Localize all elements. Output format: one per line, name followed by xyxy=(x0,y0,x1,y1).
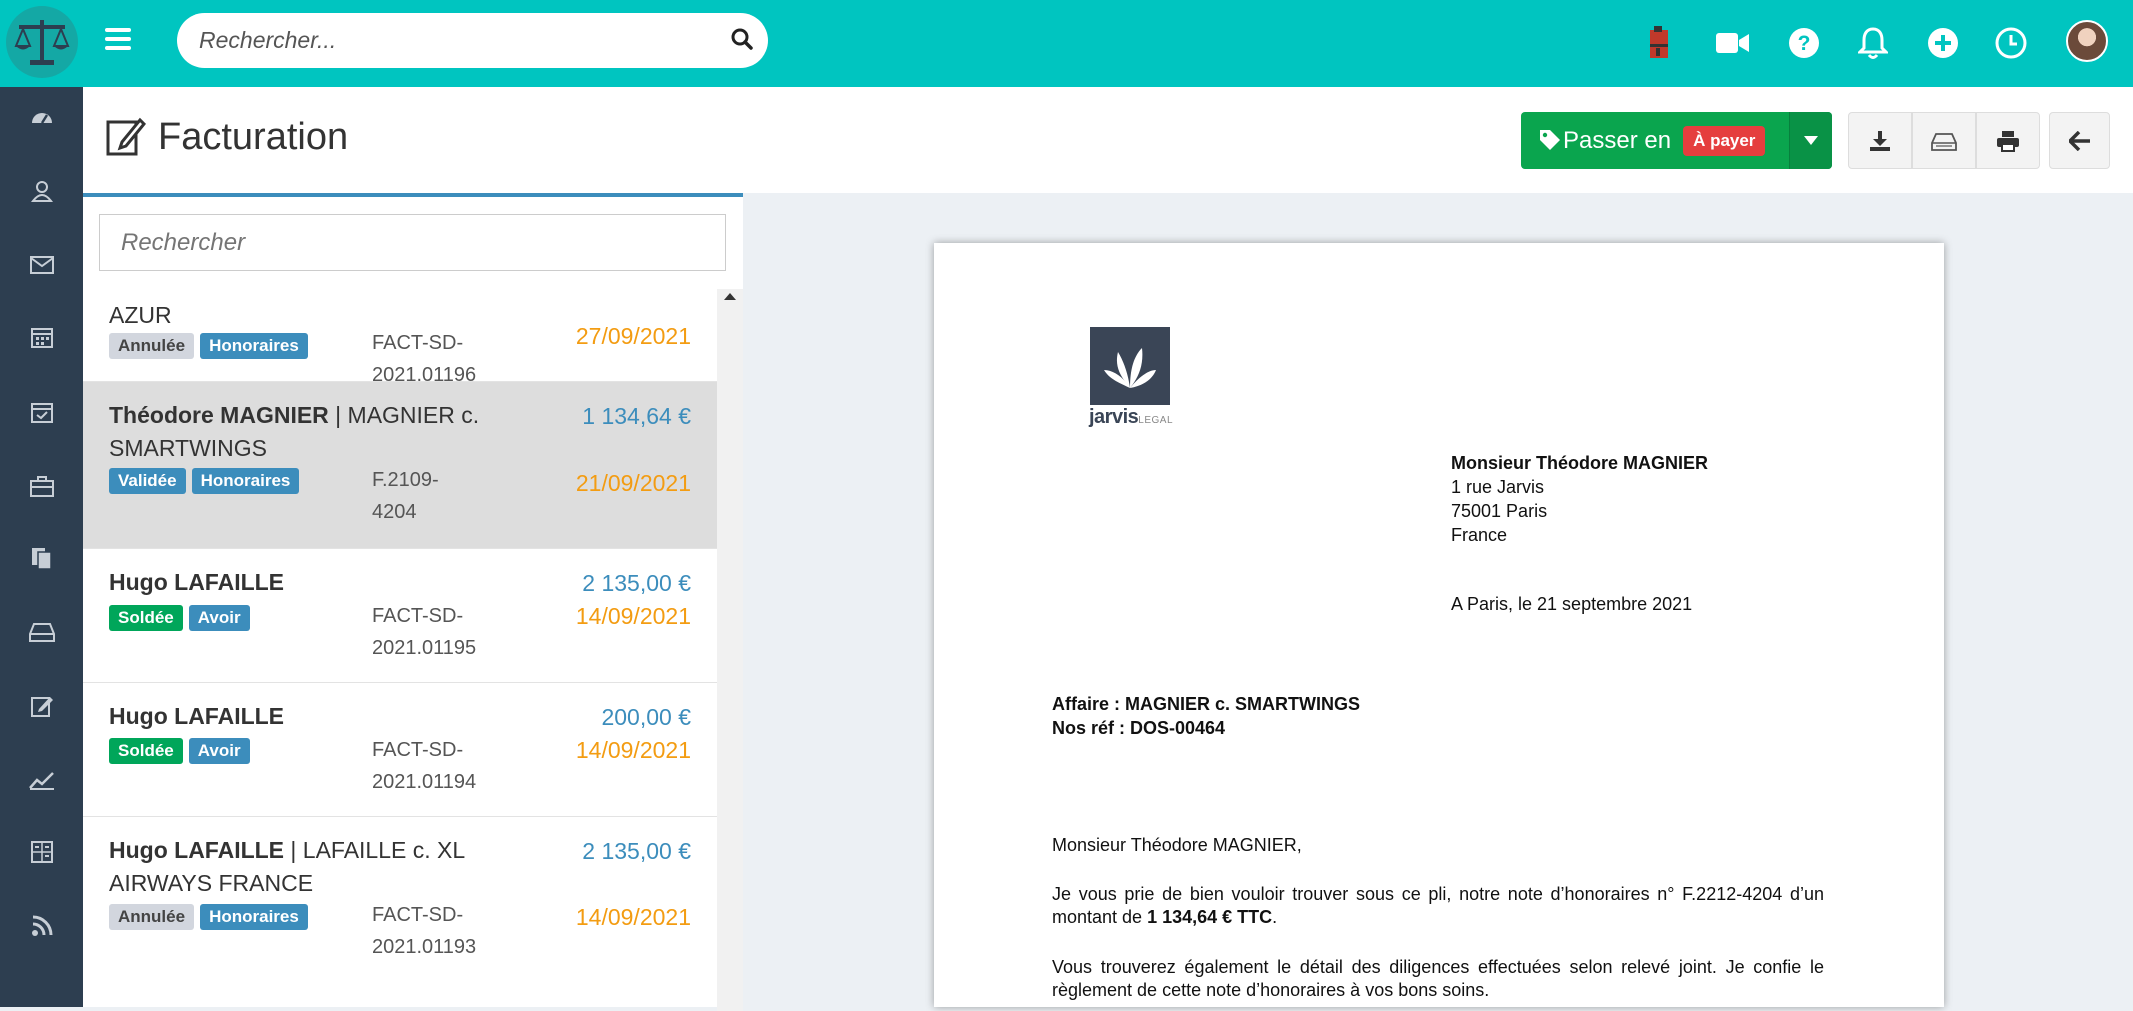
rss-icon[interactable] xyxy=(0,896,83,956)
passer-en-dropdown-button[interactable] xyxy=(1789,112,1832,169)
print-icon xyxy=(1997,130,2019,152)
invoice-client: Hugo LAFAILLE xyxy=(109,703,285,729)
type-badge: Avoir xyxy=(188,605,250,631)
invoice-list-item[interactable]: Théodore MAGNIER | MAGNIER c. SMARTWINGS… xyxy=(83,382,717,549)
greeting: Monsieur Théodore MAGNIER, xyxy=(1052,835,1302,855)
status-badge: Validée xyxy=(109,468,186,494)
scales-logo-icon[interactable] xyxy=(6,6,78,78)
invoice-client: Théodore MAGNIER | MAGNIER c. SMARTWINGS xyxy=(109,402,480,461)
our-reference: Nos réf : DOS-00464 xyxy=(1052,718,1226,738)
calendar-icon[interactable] xyxy=(0,307,83,367)
logo-wordmark: jarvisLEGAL xyxy=(1089,406,1174,428)
passer-en-label: Passer en xyxy=(1563,126,1672,154)
invoice-document-preview: jarvisLEGAL Monsieur Théodore MAGNIER 1 … xyxy=(934,243,1944,1007)
body-paragraph-2: Vous trouverez également le détail des d… xyxy=(1052,957,1824,1000)
invoice-list-item[interactable]: AZUR Annulée Honoraires FACT-SD-2021.011… xyxy=(83,289,717,386)
top-bar: ? xyxy=(0,0,2133,87)
status-badge: Soldée xyxy=(109,605,183,631)
tasks-icon[interactable] xyxy=(0,382,83,442)
contacts-icon[interactable] xyxy=(0,161,83,221)
inbox-icon[interactable] xyxy=(0,602,83,662)
body-paragraph-1: Je vous prie de bien vouloir trouver sou… xyxy=(1052,884,1824,927)
invoice-date: 14/09/2021 xyxy=(575,603,691,629)
archive-button[interactable] xyxy=(1912,112,1976,169)
status-badge: Annulée xyxy=(109,904,195,930)
video-icon[interactable] xyxy=(1710,20,1756,66)
recipient-name: Monsieur Théodore MAGNIER xyxy=(1451,453,1709,473)
user-avatar[interactable] xyxy=(2066,20,2108,62)
binder-icon[interactable] xyxy=(1636,20,1682,66)
tag-icon xyxy=(1539,129,1561,158)
type-badge: Honoraires xyxy=(200,904,308,930)
invoice-ref: F.2109-4204 xyxy=(372,469,439,523)
global-search-input[interactable] xyxy=(199,27,699,54)
invoice-date: 14/09/2021 xyxy=(575,737,691,763)
download-button[interactable] xyxy=(1848,112,1912,169)
place-date: A Paris, le 21 septembre 2021 xyxy=(1451,594,1693,614)
case-name: Affaire : MAGNIER c. SMARTWINGS xyxy=(1052,694,1361,714)
dashboard-icon[interactable] xyxy=(0,87,83,147)
type-badge: Honoraires xyxy=(191,468,300,494)
print-button[interactable] xyxy=(1976,112,2040,169)
invoice-date: 27/09/2021 xyxy=(575,323,691,349)
help-icon[interactable]: ? xyxy=(1781,20,1827,66)
invoice-list[interactable]: AZUR Annulée Honoraires FACT-SD-2021.011… xyxy=(83,289,743,1011)
billing-icon[interactable] xyxy=(0,676,83,736)
status-badge: Soldée xyxy=(109,738,183,764)
jarvis-legal-logo xyxy=(1090,327,1170,405)
bell-icon[interactable] xyxy=(1850,20,1896,66)
invoice-date: 21/09/2021 xyxy=(575,470,691,496)
calculator-icon[interactable] xyxy=(0,822,83,882)
status-badge: Annulée xyxy=(109,333,195,359)
invoice-date: 14/09/2021 xyxy=(575,904,691,930)
arrow-left-icon xyxy=(2068,130,2090,151)
invoice-ref: FACT-SD-2021.01195 xyxy=(372,605,477,659)
recipient-city: 75001 Paris xyxy=(1451,501,1548,521)
mail-icon[interactable] xyxy=(0,235,83,295)
invoice-ref: FACT-SD-2021.01194 xyxy=(372,739,477,793)
stats-icon[interactable] xyxy=(0,750,83,810)
svg-text:?: ? xyxy=(1798,32,1811,55)
invoice-amount: 2 135,00 € xyxy=(582,838,691,864)
invoice-list-panel: AZUR Annulée Honoraires FACT-SD-2021.011… xyxy=(83,193,743,1011)
invoice-client: Hugo LAFAILLE xyxy=(109,569,285,595)
recipient-address: Monsieur Théodore MAGNIER 1 rue Jarvis 7… xyxy=(1451,451,1708,547)
briefcase-icon[interactable] xyxy=(0,456,83,516)
global-search[interactable] xyxy=(177,13,768,68)
document-actions xyxy=(1848,112,2040,169)
invoice-list-item[interactable]: Hugo LAFAILLE 200,00 € 14/09/2021 Soldée… xyxy=(83,683,717,817)
passer-en-button[interactable]: Passer en À payer xyxy=(1521,112,1832,169)
type-badge: Avoir xyxy=(188,738,250,764)
clock-icon[interactable] xyxy=(1988,20,2034,66)
status-badge-a-payer: À payer xyxy=(1683,125,1766,156)
recipient-country: France xyxy=(1451,525,1508,545)
back-button[interactable] xyxy=(2049,112,2110,169)
invoice-list-item[interactable]: Hugo LAFAILLE | LAFAILLE c. XL AIRWAYS F… xyxy=(83,817,717,1011)
recipient-street: 1 rue Jarvis xyxy=(1451,477,1545,497)
menu-icon[interactable] xyxy=(105,28,131,52)
type-badge: Honoraires xyxy=(200,333,308,359)
inbox-icon xyxy=(1931,132,1957,151)
search-icon[interactable] xyxy=(730,27,754,56)
sidebar xyxy=(0,87,83,1007)
list-scrollbar[interactable] xyxy=(717,289,743,1011)
download-icon xyxy=(1870,130,1890,151)
invoice-amount: 200,00 € xyxy=(601,704,691,730)
invoice-amount: 2 135,00 € xyxy=(582,570,691,596)
invoice-client: Hugo LAFAILLE | LAFAILLE c. XL AIRWAYS F… xyxy=(109,837,465,896)
invoice-ref: FACT-SD-2021.01193 xyxy=(372,904,477,958)
scroll-up-arrow-icon[interactable] xyxy=(724,293,736,300)
chevron-down-icon xyxy=(1804,136,1818,145)
plus-icon[interactable] xyxy=(1920,20,1966,66)
invoice-list-item[interactable]: Hugo LAFAILLE 2 135,00 € 14/09/2021 Sold… xyxy=(83,549,717,683)
documents-icon[interactable] xyxy=(0,528,83,588)
case-reference: Affaire : MAGNIER c. SMARTWINGS Nos réf … xyxy=(1052,692,1360,740)
list-search-input[interactable] xyxy=(99,214,726,271)
edit-icon xyxy=(106,116,147,161)
invoice-amount: 1 134,64 € xyxy=(582,403,691,429)
page-title: Facturation xyxy=(158,116,349,158)
